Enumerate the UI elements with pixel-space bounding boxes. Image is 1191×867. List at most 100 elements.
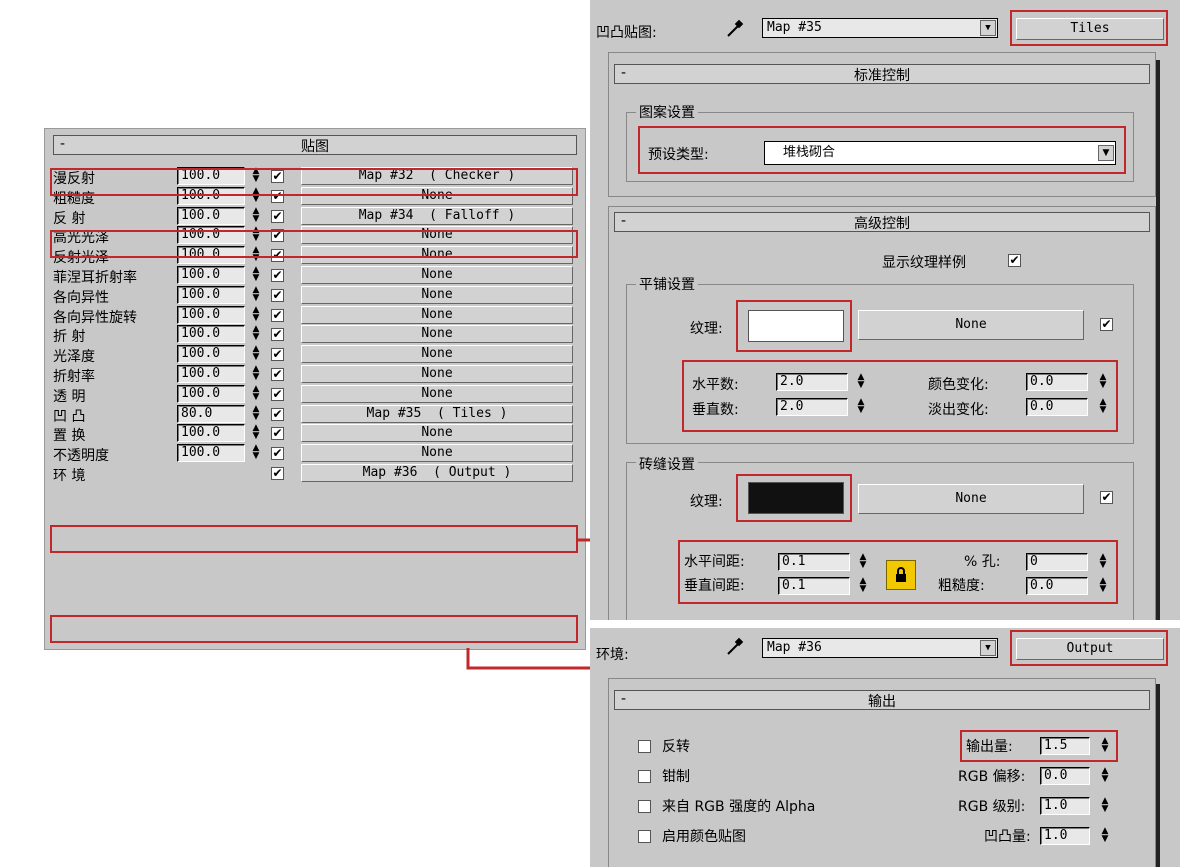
map-slot-button[interactable]: None xyxy=(301,285,573,304)
map-enabled-checkbox[interactable]: ✔ xyxy=(271,387,284,401)
map-enabled-checkbox[interactable]: ✔ xyxy=(271,308,284,322)
map-enabled-checkbox[interactable]: ✔ xyxy=(271,467,284,480)
map-amount-field[interactable]: 100.0 xyxy=(177,206,245,225)
spinner-icon[interactable]: ▲ ▼ xyxy=(251,404,261,423)
map-slot-button[interactable]: None xyxy=(301,186,573,205)
spinner-icon[interactable]: ▲ ▼ xyxy=(251,325,261,343)
map-slot-button[interactable]: None xyxy=(301,424,573,443)
spinner-icon[interactable]: ▲ ▼ xyxy=(1100,737,1110,755)
map-slot-button[interactable]: None xyxy=(301,365,573,383)
rgb-level-field[interactable]: 1.0 xyxy=(1040,797,1090,815)
spinner-icon[interactable]: ▲ ▼ xyxy=(251,345,261,363)
map-slot-button[interactable]: None xyxy=(301,226,573,245)
spinner-icon[interactable]: ▲ ▼ xyxy=(856,398,866,416)
map-amount-field[interactable]: 100.0 xyxy=(177,226,245,245)
bump-amount-field[interactable]: 1.0 xyxy=(1040,827,1090,845)
horiz-gap-field[interactable]: 0.1 xyxy=(778,553,850,571)
map-enabled-checkbox[interactable]: ✔ xyxy=(271,447,284,461)
spinner-icon[interactable]: ▲ ▼ xyxy=(251,226,261,244)
spinner-icon[interactable]: ▲ ▼ xyxy=(1098,398,1108,416)
map-amount-field[interactable]: 100.0 xyxy=(177,266,245,284)
eyedropper-icon[interactable] xyxy=(724,18,746,40)
tiles-texture-map-button[interactable]: None xyxy=(858,310,1084,340)
dropdown-arrow-icon[interactable]: ▼ xyxy=(980,20,996,36)
spinner-icon[interactable]: ▲ ▼ xyxy=(1098,553,1108,571)
map-slot-button[interactable]: Map #34 ( Falloff ) xyxy=(301,206,573,225)
horiz-count-field[interactable]: 2.0 xyxy=(776,373,848,391)
map-slot-button[interactable]: None xyxy=(301,345,573,364)
spinner-icon[interactable]: ▲ ▼ xyxy=(251,285,261,304)
map-slot-button[interactable]: Map #36 ( Output ) xyxy=(301,464,573,482)
spinner-icon[interactable]: ▲ ▼ xyxy=(858,577,868,595)
fade-var-field[interactable]: 0.0 xyxy=(1026,398,1088,416)
map-amount-field[interactable]: 100.0 xyxy=(177,345,245,364)
eyedropper-icon[interactable] xyxy=(724,636,746,658)
map-slot-button[interactable]: Map #35 ( Tiles ) xyxy=(301,404,573,423)
map-amount-field[interactable]: 100.0 xyxy=(177,246,245,265)
map-slot-button[interactable]: None xyxy=(301,246,573,265)
map-slot-button[interactable]: None xyxy=(301,384,573,403)
spinner-icon[interactable]: ▲ ▼ xyxy=(251,186,261,205)
map-enabled-checkbox[interactable]: ✔ xyxy=(271,229,284,243)
map-enabled-checkbox[interactable]: ✔ xyxy=(271,407,284,421)
grout-color-swatch[interactable] xyxy=(748,482,844,514)
dropdown-arrow-icon[interactable]: ▼ xyxy=(1098,145,1114,161)
std-control-header[interactable]: - 标准控制 xyxy=(614,64,1150,84)
map-enabled-checkbox[interactable]: ✔ xyxy=(271,209,284,223)
env-map-name-field[interactable]: Map #36 ▼ xyxy=(762,638,998,658)
map-enabled-checkbox[interactable]: ✔ xyxy=(271,427,284,441)
spinner-icon[interactable]: ▲ ▼ xyxy=(856,373,866,391)
map-enabled-checkbox[interactable]: ✔ xyxy=(271,288,284,302)
grout-texture-map-button[interactable]: None xyxy=(858,484,1084,514)
map-amount-field[interactable]: 100.0 xyxy=(177,305,245,324)
spinner-icon[interactable]: ▲ ▼ xyxy=(251,266,261,284)
map-enabled-checkbox[interactable]: ✔ xyxy=(271,348,284,362)
spinner-icon[interactable]: ▲ ▼ xyxy=(1100,797,1110,815)
spinner-icon[interactable]: ▲ ▼ xyxy=(1100,767,1110,785)
enable-color-map-checkbox[interactable] xyxy=(638,830,651,843)
map-slot-button[interactable]: Map #32 ( Checker ) xyxy=(301,167,573,185)
alpha-from-rgb-checkbox[interactable] xyxy=(638,800,651,813)
map-enabled-checkbox[interactable]: ✔ xyxy=(271,269,284,282)
map-enabled-checkbox[interactable]: ✔ xyxy=(271,249,284,263)
preset-type-select[interactable]: 堆栈砌合 ▼ xyxy=(764,141,1116,165)
map-amount-field[interactable]: 100.0 xyxy=(177,384,245,403)
show-sample-checkbox[interactable]: ✔ xyxy=(1008,254,1021,267)
spinner-icon[interactable]: ▲ ▼ xyxy=(858,553,868,571)
map-slot-button[interactable]: None xyxy=(301,266,573,284)
spinner-icon[interactable]: ▲ ▼ xyxy=(251,206,261,225)
map-amount-field[interactable]: 100.0 xyxy=(177,325,245,344)
map-amount-field[interactable]: 100.0 xyxy=(177,365,245,383)
map-enabled-checkbox[interactable]: ✔ xyxy=(271,368,284,381)
bump-map-name-field[interactable]: Map #35 ▼ xyxy=(762,18,998,38)
clamp-checkbox[interactable] xyxy=(638,770,651,783)
spinner-icon[interactable]: ▲ ▼ xyxy=(1098,373,1108,391)
invert-checkbox[interactable] xyxy=(638,740,651,753)
tiles-type-button[interactable]: Tiles xyxy=(1016,18,1164,40)
output-amount-field[interactable]: 1.5 xyxy=(1040,737,1090,755)
map-enabled-checkbox[interactable]: ✔ xyxy=(271,328,284,342)
adv-control-header[interactable]: - 高级控制 xyxy=(614,212,1150,232)
spinner-icon[interactable]: ▲ ▼ xyxy=(251,167,261,185)
spinner-icon[interactable]: ▲ ▼ xyxy=(251,424,261,442)
tiles-color-swatch[interactable] xyxy=(748,310,844,342)
map-amount-field[interactable]: 100.0 xyxy=(177,167,245,185)
map-slot-button[interactable]: None xyxy=(301,325,573,344)
color-var-field[interactable]: 0.0 xyxy=(1026,373,1088,391)
panel-scrollbar[interactable] xyxy=(1156,60,1160,620)
map-amount-field[interactable]: 100.0 xyxy=(177,285,245,304)
spinner-icon[interactable]: ▲ ▼ xyxy=(251,444,261,462)
vert-count-field[interactable]: 2.0 xyxy=(776,398,848,416)
map-slot-button[interactable]: None xyxy=(301,305,573,324)
map-amount-field[interactable]: 100.0 xyxy=(177,424,245,443)
map-enabled-checkbox[interactable]: ✔ xyxy=(271,189,284,203)
lock-icon[interactable] xyxy=(886,560,916,590)
tiles-texture-checkbox[interactable]: ✔ xyxy=(1100,318,1113,331)
spinner-icon[interactable]: ▲ ▼ xyxy=(251,365,261,383)
map-amount-field[interactable]: 100.0 xyxy=(177,186,245,205)
panel-scrollbar[interactable] xyxy=(1156,684,1160,867)
vert-gap-field[interactable]: 0.1 xyxy=(778,577,850,595)
grout-texture-checkbox[interactable]: ✔ xyxy=(1100,491,1113,504)
spinner-icon[interactable]: ▲ ▼ xyxy=(251,246,261,264)
map-amount-field[interactable]: 100.0 xyxy=(177,444,245,463)
